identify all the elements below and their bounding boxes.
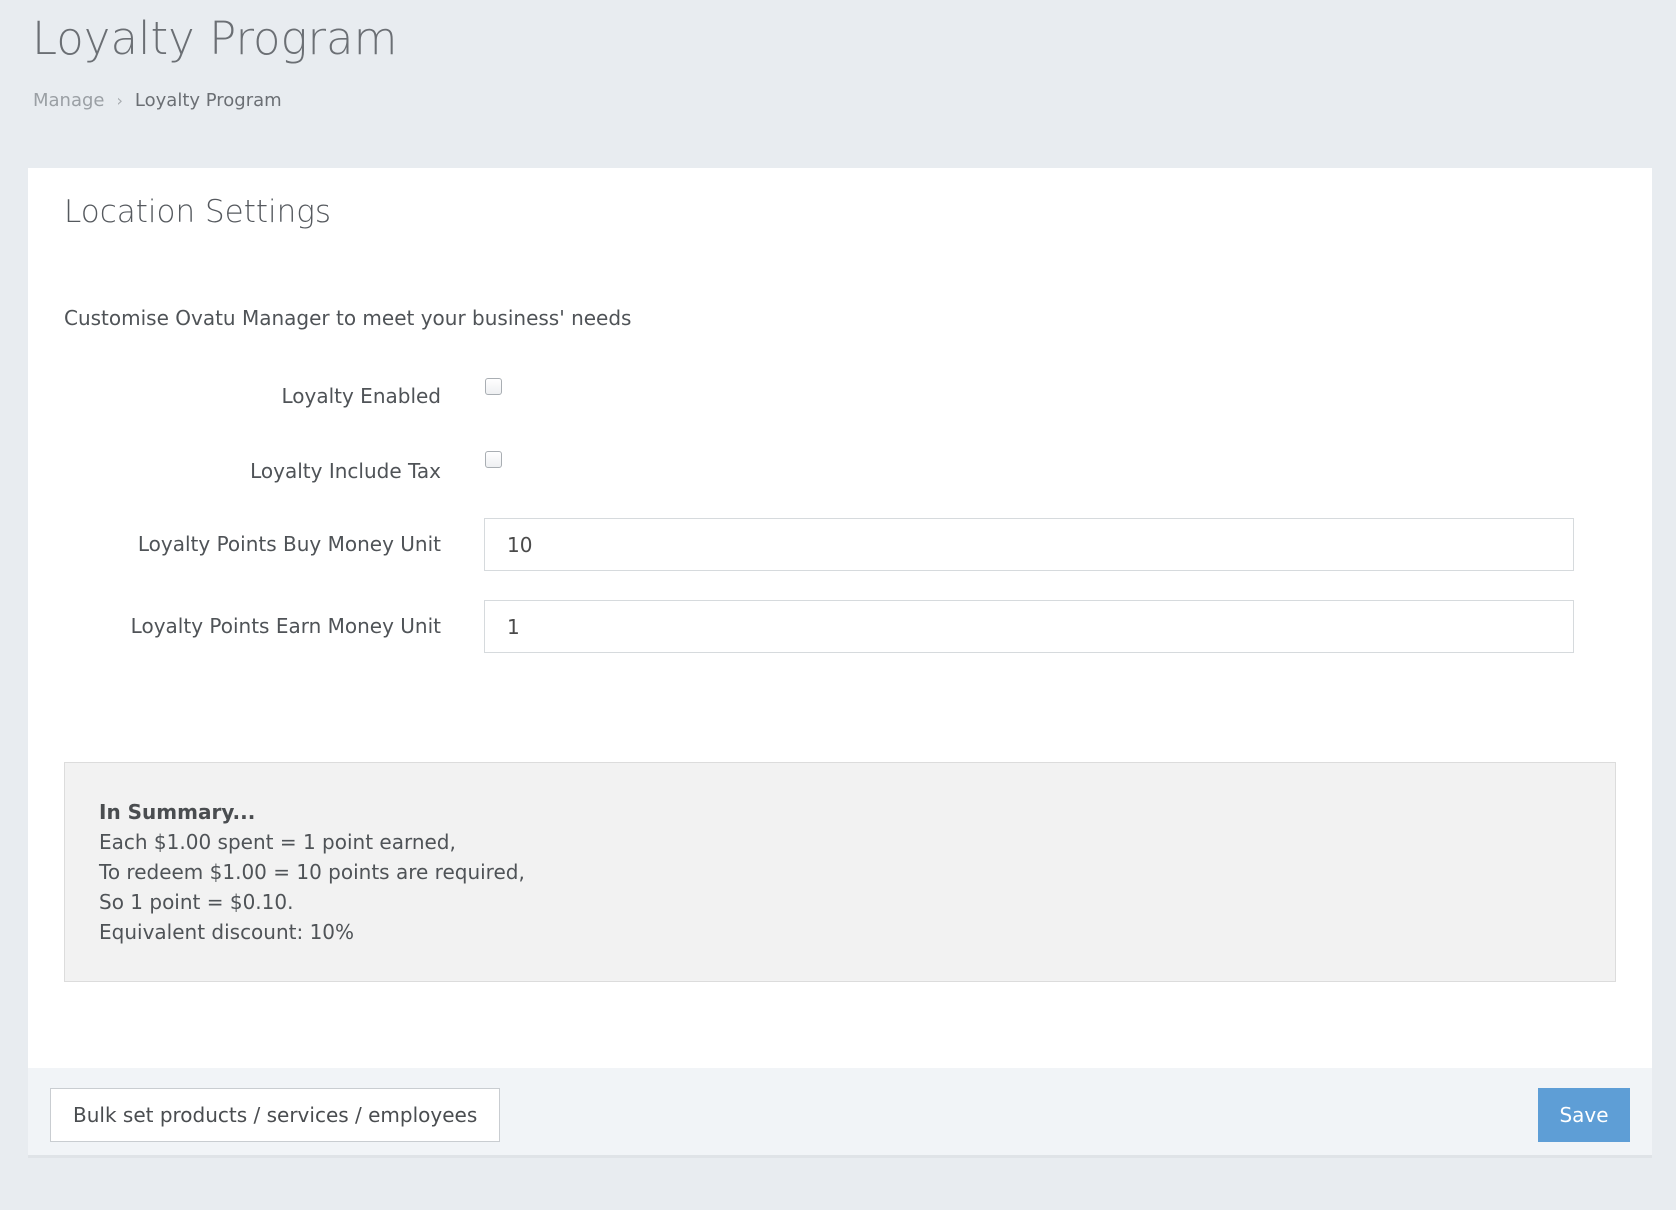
panel-heading: Location Settings <box>64 194 332 230</box>
page-title: Loyalty Program <box>32 12 398 65</box>
buy-money-unit-label: Loyalty Points Buy Money Unit <box>137 532 441 556</box>
loyalty-enabled-checkbox[interactable] <box>485 378 502 395</box>
summary-line: Equivalent discount: 10% <box>99 920 355 944</box>
panel-footer: Bulk set products / services / employees… <box>28 1068 1652 1158</box>
breadcrumb-current: Loyalty Program <box>134 90 282 111</box>
breadcrumb-link-manage[interactable]: Manage <box>33 90 105 111</box>
earn-money-unit-input[interactable] <box>484 600 1574 653</box>
breadcrumb: Manage › Loyalty Program <box>33 90 282 111</box>
form-row-loyalty-enabled: Loyalty Enabled <box>28 374 1652 428</box>
summary-line: To redeem $1.00 = 10 points are required… <box>99 860 525 884</box>
bulk-set-button[interactable]: Bulk set products / services / employees <box>50 1088 501 1142</box>
location-settings-panel: Location Settings Customise Ovatu Manage… <box>28 168 1652 1158</box>
panel-description: Customise Ovatu Manager to meet your bus… <box>64 306 632 330</box>
summary-line: So 1 point = $0.10. <box>99 890 294 914</box>
form-row-earn-money-unit: Loyalty Points Earn Money Unit <box>28 600 1652 654</box>
summary-box: In Summary... Each $1.00 spent = 1 point… <box>64 762 1616 982</box>
loyalty-include-tax-label: Loyalty Include Tax <box>250 459 441 483</box>
save-button[interactable]: Save <box>1538 1088 1630 1142</box>
loyalty-include-tax-checkbox[interactable] <box>485 451 502 468</box>
form-row-buy-money-unit: Loyalty Points Buy Money Unit <box>28 518 1652 572</box>
loyalty-enabled-label: Loyalty Enabled <box>281 384 441 408</box>
summary-title: In Summary... <box>99 800 256 824</box>
form-row-loyalty-include-tax: Loyalty Include Tax <box>28 449 1652 503</box>
buy-money-unit-input[interactable] <box>484 518 1574 571</box>
earn-money-unit-label: Loyalty Points Earn Money Unit <box>130 614 441 638</box>
summary-line: Each $1.00 spent = 1 point earned, <box>99 830 456 854</box>
breadcrumb-chevron-icon: › <box>116 91 123 110</box>
